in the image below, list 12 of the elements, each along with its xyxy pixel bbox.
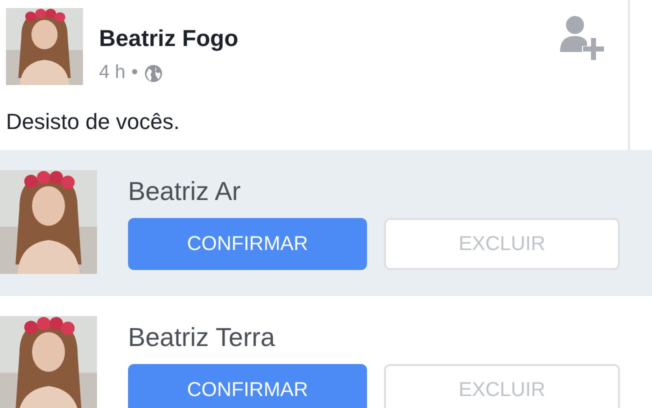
post-time: 4 h (99, 62, 126, 84)
confirm-button[interactable]: CONFIRMAR (128, 218, 367, 270)
delete-button[interactable]: EXCLUIR (384, 218, 620, 270)
confirm-button[interactable]: CONFIRMAR (128, 364, 367, 408)
requester-name: Beatriz Ar (128, 176, 242, 206)
post-text: Desisto de vocês. (5, 108, 181, 135)
separator-dot: • (131, 62, 138, 84)
add-friend-icon[interactable] (558, 14, 606, 62)
requester-name: Beatriz Terra (128, 322, 276, 352)
author-name[interactable]: Beatriz Fogo (99, 25, 238, 52)
delete-button[interactable]: EXCLUIR (384, 364, 620, 408)
globe-icon (144, 64, 164, 82)
